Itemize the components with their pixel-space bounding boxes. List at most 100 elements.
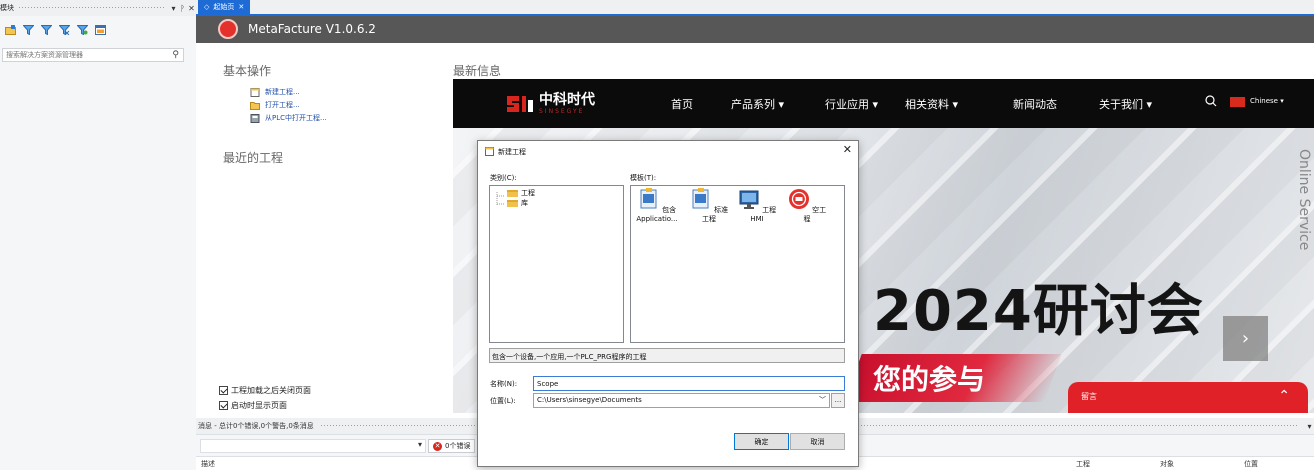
project-template-icon <box>692 188 709 209</box>
latest-info-title: 最新信息 <box>453 64 502 78</box>
start-page-icon: ◇ <box>204 3 210 11</box>
basic-ops-title: 基本操作 <box>223 64 272 78</box>
template-with-application[interactable]: 包含 Applicatio... <box>635 188 679 224</box>
chevron-up-icon[interactable]: ⌃ <box>1278 388 1290 404</box>
category-library[interactable]: 库 <box>507 198 528 208</box>
browse-button[interactable]: ... <box>831 393 845 408</box>
tab-label: 起始页 <box>213 3 235 11</box>
pin-icon[interactable]: ᚹ <box>178 4 187 13</box>
column-position[interactable]: 位置 <box>1244 459 1258 469</box>
error-icon: ✕ <box>433 441 442 451</box>
location-value: C:\Users\sinsegye\Documents <box>537 396 642 404</box>
open-project-label: 打开工程... <box>265 101 300 109</box>
template-empty-project[interactable]: 空工程 <box>785 188 829 224</box>
dropdown-icon[interactable]: ▾ <box>169 4 178 13</box>
explorer-toolbar <box>0 22 196 38</box>
chat-label: 留言 <box>1081 392 1097 401</box>
cancel-button[interactable]: 取消 <box>790 433 845 450</box>
new-project-icon <box>250 87 260 97</box>
new-project-icon <box>485 147 494 156</box>
chevron-down-icon: ﹀ <box>819 396 826 404</box>
categories-label: 类别(C): <box>490 174 517 182</box>
language-selector[interactable]: Chinese ▾ <box>1250 97 1284 105</box>
category-label: 库 <box>521 199 528 207</box>
close-after-load-label: 工程加载之后关闭页面 <box>231 386 311 395</box>
checkbox-checked-icon <box>219 386 228 395</box>
message-category-select[interactable]: ▾ <box>200 439 426 453</box>
hmi-template-icon <box>739 190 759 209</box>
project-name-input[interactable] <box>533 376 845 391</box>
solution-explorer-panel: 模块 ▾ ᚹ ✕ ⚲ <box>0 0 196 470</box>
location-label: 位置(L): <box>490 397 516 405</box>
metafacture-logo-icon <box>218 19 238 39</box>
filter-remove-icon[interactable] <box>59 25 70 35</box>
filter-icon[interactable] <box>23 25 34 35</box>
dropdown-icon[interactable]: ▾ <box>1305 422 1314 431</box>
template-hmi-project[interactable]: 工程 HMI <box>735 188 779 224</box>
nav-news[interactable]: 新闻动态 <box>1013 96 1057 112</box>
nav-products[interactable]: 产品系列 ▾ <box>731 96 784 112</box>
china-flag-icon[interactable] <box>1230 97 1245 107</box>
open-from-plc-label: 从PLC中打开工程... <box>265 114 327 122</box>
message-chat-bar[interactable]: 留言 ⌃ <box>1068 382 1308 413</box>
tab-close-icon[interactable]: ✕ <box>238 3 244 11</box>
new-project-label: 新建工程... <box>265 88 300 96</box>
empty-project-icon <box>788 189 809 209</box>
template-standard-project[interactable]: 标准工程 <box>687 188 731 224</box>
nav-home[interactable]: 首页 <box>671 96 693 112</box>
site-navbar: 中科时代 SINSEGYE 首页 产品系列 ▾ 行业应用 ▾ 相关资料 ▾ 新闻… <box>453 79 1314 128</box>
online-service-tab[interactable]: Online Service <box>1294 139 1314 269</box>
open-project-link[interactable]: 打开工程... <box>250 100 300 110</box>
banner-subtitle: 您的参与 <box>873 363 986 396</box>
close-icon[interactable]: ✕ <box>187 4 196 13</box>
app-window: 模块 ▾ ᚹ ✕ ⚲ ◇ 起始页 ✕ MetaFacture V1.0.6. <box>0 0 1314 470</box>
close-after-load-checkbox[interactable]: 工程加载之后关闭页面 <box>219 385 311 396</box>
search-icon[interactable]: ⚲ <box>172 50 179 60</box>
banner-next-button[interactable]: › <box>1223 316 1268 361</box>
start-page-header: MetaFacture V1.0.6.2 <box>196 16 1314 43</box>
site-logo-text: 中科时代 <box>539 92 595 108</box>
template-description: 包含一个设备,一个应用,一个PLC_PRG程序的工程 <box>489 348 845 363</box>
column-project[interactable]: 工程 <box>1076 459 1090 469</box>
recent-projects-title: 最近的工程 <box>223 151 284 165</box>
site-search-icon[interactable] <box>1205 95 1217 107</box>
explorer-search-input[interactable] <box>3 51 163 59</box>
templates-label: 模板(T): <box>630 174 657 182</box>
template-list: 包含 Applicatio... 标准工程 工程 HMI 空工程 <box>630 185 845 343</box>
messages-title: 消息 - 总计0个错误,0个警告,0条消息 <box>198 422 314 430</box>
error-count-label: 0个错误 <box>445 442 471 450</box>
nav-resources[interactable]: 相关资料 ▾ <box>905 96 958 112</box>
nav-industry[interactable]: 行业应用 ▾ <box>825 96 878 112</box>
online-service-label: Online Service <box>1296 149 1312 251</box>
open-from-plc-link[interactable]: 从PLC中打开工程... <box>250 113 327 123</box>
filter-clear-icon[interactable] <box>77 25 88 35</box>
filter-add-icon[interactable] <box>41 25 52 35</box>
category-label: 工程 <box>521 189 535 197</box>
tab-start-page[interactable]: ◇ 起始页 ✕ <box>198 0 251 14</box>
chevron-right-icon: › <box>1241 328 1250 349</box>
checkbox-checked-icon <box>219 401 228 410</box>
new-project-link[interactable]: 新建工程... <box>250 87 300 97</box>
dialog-title: 新建工程 <box>498 148 526 156</box>
name-label: 名称(N): <box>490 380 518 388</box>
new-project-dialog: 新建工程 ✕ 类别(C): 模板(T): 工程 库 包含 Applicatio.… <box>477 140 859 467</box>
product-title: MetaFacture V1.0.6.2 <box>248 22 376 36</box>
nav-about[interactable]: 关于我们 ▾ <box>1099 96 1152 112</box>
show-on-startup-checkbox[interactable]: 启动时显示页面 <box>219 400 287 411</box>
category-project[interactable]: 工程 <box>507 188 535 198</box>
column-description[interactable]: 描述 <box>201 459 215 469</box>
open-folder-icon <box>250 101 260 110</box>
error-filter-button[interactable]: ✕ 0个错误 <box>428 439 476 453</box>
new-folder-icon[interactable] <box>5 25 16 35</box>
sinsegye-logo-icon[interactable] <box>505 92 535 114</box>
project-location-select[interactable]: C:\Users\sinsegye\Documents ﹀ <box>533 393 830 408</box>
category-tree: 工程 库 <box>489 185 624 343</box>
title-grip[interactable] <box>18 6 165 10</box>
window-icon[interactable] <box>95 25 106 35</box>
project-template-icon <box>640 188 657 209</box>
ok-button[interactable]: 确定 <box>734 433 789 450</box>
column-object[interactable]: 对象 <box>1160 459 1174 469</box>
dialog-close-icon[interactable]: ✕ <box>843 143 852 156</box>
chevron-down-icon: ▾ <box>417 440 422 449</box>
show-on-startup-label: 启动时显示页面 <box>231 401 287 410</box>
